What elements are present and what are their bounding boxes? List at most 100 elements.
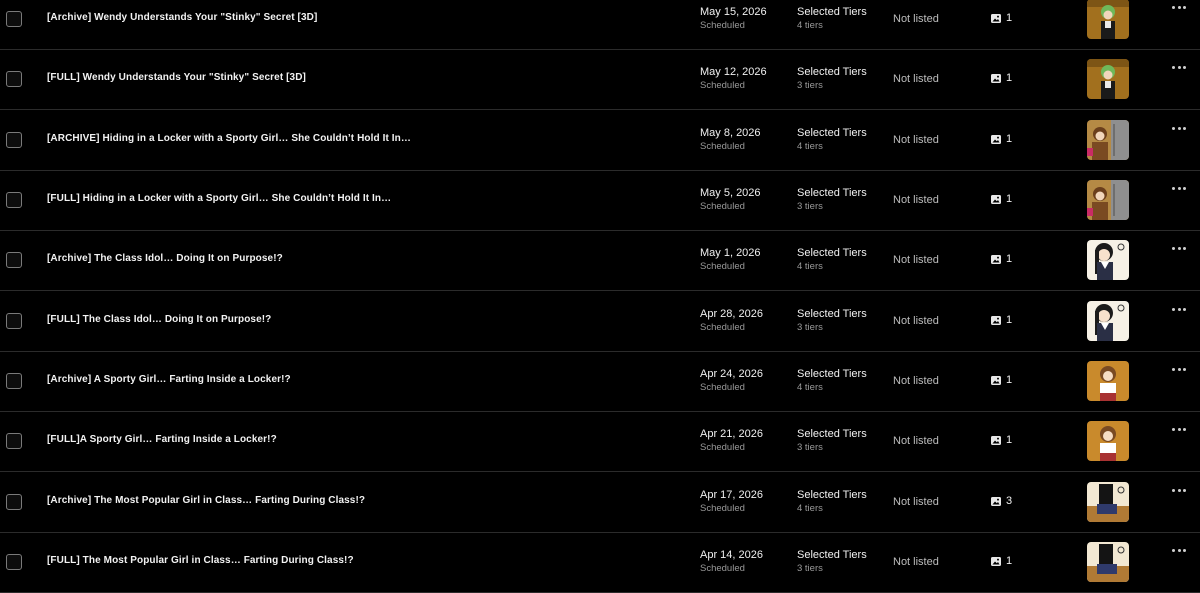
select-checkbox[interactable] (6, 373, 22, 389)
post-row[interactable]: [FULL] The Class Idol… Doing It on Purpo… (0, 291, 1200, 352)
publish-date: May 15, 2026 (700, 6, 767, 18)
post-thumbnail[interactable] (1087, 301, 1129, 341)
post-thumbnail[interactable] (1087, 120, 1129, 160)
listing-status: Not listed (893, 13, 939, 25)
access-type: Selected Tiers (797, 308, 867, 320)
more-options-button[interactable] (1172, 489, 1186, 493)
media-count-value: 1 (1006, 374, 1013, 386)
more-options-button[interactable] (1172, 187, 1186, 191)
post-title[interactable]: [FULL] The Most Popular Girl in Class… F… (47, 555, 354, 566)
more-options-button[interactable] (1172, 6, 1186, 10)
post-title[interactable]: [ARCHIVE] Hiding in a Locker with a Spor… (47, 133, 411, 144)
image-icon (991, 134, 1001, 144)
publish-date: May 12, 2026 (700, 66, 767, 78)
tier-count: 4 tiers (797, 503, 823, 514)
media-count-value: 1 (1006, 12, 1013, 24)
tier-count: 4 tiers (797, 20, 823, 31)
more-options-button[interactable] (1172, 66, 1186, 70)
access-type: Selected Tiers (797, 6, 867, 18)
image-icon (991, 254, 1001, 264)
media-count-value: 3 (1006, 495, 1013, 507)
more-options-button[interactable] (1172, 247, 1186, 251)
more-options-button[interactable] (1172, 368, 1186, 372)
post-title[interactable]: [FULL] The Class Idol… Doing It on Purpo… (47, 314, 271, 325)
publish-date: Apr 17, 2026 (700, 489, 763, 501)
post-row[interactable]: [FULL]A Sporty Girl… Farting Inside a Lo… (0, 411, 1200, 472)
select-checkbox[interactable] (6, 132, 22, 148)
media-count: 1 (991, 193, 1012, 205)
listing-status: Not listed (893, 194, 939, 206)
listing-status: Not listed (893, 134, 939, 146)
publish-status: Scheduled (700, 80, 745, 91)
post-row[interactable]: [FULL] The Most Popular Girl in Class… F… (0, 532, 1200, 593)
publish-date: Apr 28, 2026 (700, 308, 763, 320)
listing-status: Not listed (893, 375, 939, 387)
image-icon (991, 496, 1001, 506)
media-count: 1 (991, 434, 1012, 446)
post-title[interactable]: [Archive] A Sporty Girl… Farting Inside … (47, 374, 291, 385)
listing-status: Not listed (893, 315, 939, 327)
tier-count: 3 tiers (797, 80, 823, 91)
post-title[interactable]: [FULL] Hiding in a Locker with a Sporty … (47, 193, 391, 204)
select-checkbox[interactable] (6, 313, 22, 329)
select-checkbox[interactable] (6, 11, 22, 27)
listing-status: Not listed (893, 435, 939, 447)
select-checkbox[interactable] (6, 433, 22, 449)
post-thumbnail[interactable] (1087, 59, 1129, 99)
post-title[interactable]: [Archive] The Class Idol… Doing It on Pu… (47, 253, 283, 264)
media-count-value: 1 (1006, 253, 1013, 265)
publish-status: Scheduled (700, 563, 745, 574)
post-title[interactable]: [Archive] Wendy Understands Your "Stinky… (47, 12, 317, 23)
select-checkbox[interactable] (6, 192, 22, 208)
select-checkbox[interactable] (6, 494, 22, 510)
post-row[interactable]: [Archive] Wendy Understands Your "Stinky… (0, 0, 1200, 50)
post-title[interactable]: [FULL]A Sporty Girl… Farting Inside a Lo… (47, 434, 277, 445)
tier-count: 4 tiers (797, 141, 823, 152)
more-options-button[interactable] (1172, 428, 1186, 432)
post-thumbnail[interactable] (1087, 180, 1129, 220)
media-count: 1 (991, 314, 1012, 326)
post-row[interactable]: [ARCHIVE] Hiding in a Locker with a Spor… (0, 110, 1200, 171)
post-title[interactable]: [Archive] The Most Popular Girl in Class… (47, 495, 365, 506)
media-count: 1 (991, 133, 1012, 145)
access-type: Selected Tiers (797, 247, 867, 259)
media-count-value: 1 (1006, 555, 1013, 567)
post-thumbnail[interactable] (1087, 542, 1129, 582)
access-type: Selected Tiers (797, 66, 867, 78)
publish-status: Scheduled (700, 382, 745, 393)
post-thumbnail[interactable] (1087, 482, 1129, 522)
media-count: 3 (991, 495, 1012, 507)
post-thumbnail[interactable] (1087, 361, 1129, 401)
post-list: [Archive] Wendy Understands Your "Stinky… (0, 0, 1200, 593)
media-count: 1 (991, 374, 1012, 386)
tier-count: 4 tiers (797, 261, 823, 272)
media-count-value: 1 (1006, 314, 1013, 326)
select-checkbox[interactable] (6, 71, 22, 87)
post-title[interactable]: [FULL] Wendy Understands Your "Stinky" S… (47, 72, 306, 83)
publish-date: Apr 21, 2026 (700, 428, 763, 440)
publish-status: Scheduled (700, 322, 745, 333)
image-icon (991, 435, 1001, 445)
listing-status: Not listed (893, 254, 939, 266)
post-row[interactable]: [Archive] The Most Popular Girl in Class… (0, 472, 1200, 533)
media-count-value: 1 (1006, 193, 1013, 205)
image-icon (991, 73, 1001, 83)
post-thumbnail[interactable] (1087, 421, 1129, 461)
post-thumbnail[interactable] (1087, 240, 1129, 280)
post-thumbnail[interactable] (1087, 0, 1129, 39)
post-row[interactable]: [Archive] A Sporty Girl… Farting Inside … (0, 351, 1200, 412)
select-checkbox[interactable] (6, 252, 22, 268)
publish-date: Apr 24, 2026 (700, 368, 763, 380)
post-row[interactable]: [FULL] Hiding in a Locker with a Sporty … (0, 170, 1200, 231)
post-row[interactable]: [FULL] Wendy Understands Your "Stinky" S… (0, 49, 1200, 110)
access-type: Selected Tiers (797, 549, 867, 561)
publish-date: Apr 14, 2026 (700, 549, 763, 561)
more-options-button[interactable] (1172, 127, 1186, 131)
publish-date: May 8, 2026 (700, 127, 761, 139)
post-row[interactable]: [Archive] The Class Idol… Doing It on Pu… (0, 230, 1200, 291)
image-icon (991, 315, 1001, 325)
more-options-button[interactable] (1172, 308, 1186, 312)
select-checkbox[interactable] (6, 554, 22, 570)
more-options-button[interactable] (1172, 549, 1186, 553)
listing-status: Not listed (893, 496, 939, 508)
